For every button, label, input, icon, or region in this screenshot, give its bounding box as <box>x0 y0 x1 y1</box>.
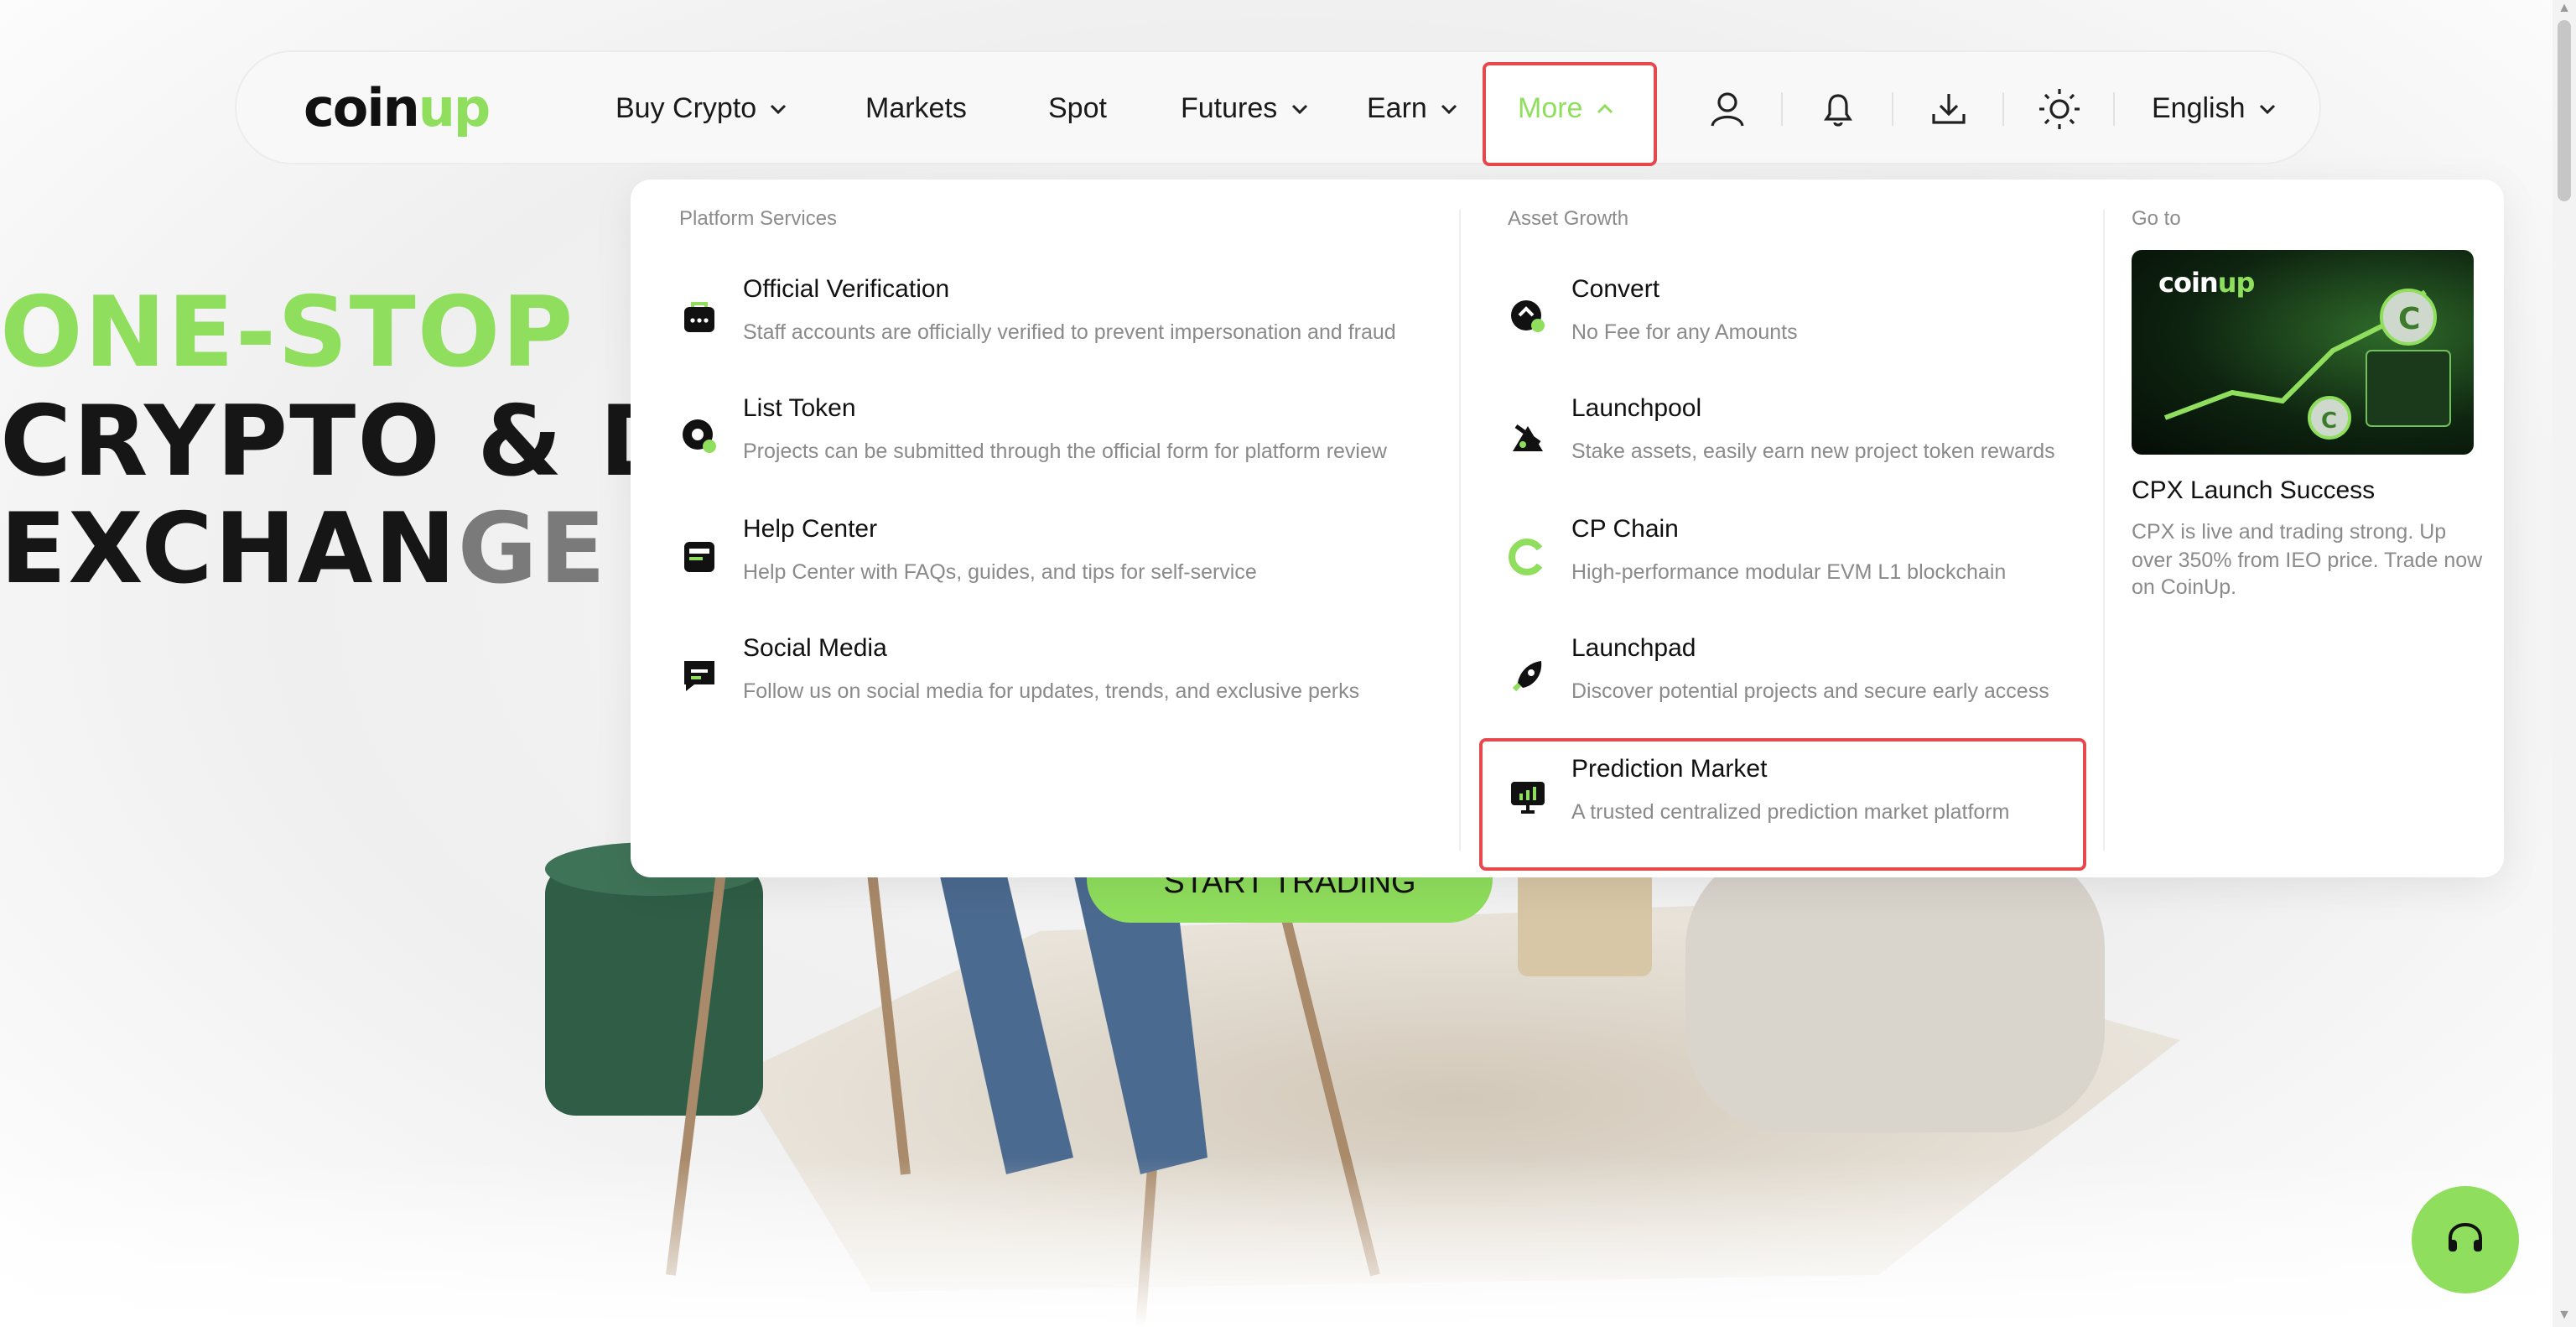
menu-item-desc: Follow us on social media for updates, t… <box>743 679 1360 703</box>
sun-icon[interactable] <box>2036 86 2083 133</box>
support-chat-button[interactable] <box>2412 1186 2519 1293</box>
nav-more-label: More <box>1518 92 1583 124</box>
menu-item-title: Launchpad <box>1571 634 1696 663</box>
coinup-logo[interactable]: coinup <box>304 79 491 139</box>
menu-item-title: List Token <box>743 394 856 423</box>
menu-item-social-media[interactable]: Social Media Follow us on social media f… <box>679 634 1451 728</box>
menu-item-official-verification[interactable]: Official Verification Staff accounts are… <box>679 275 1451 369</box>
logo-text-accent: up <box>418 79 491 139</box>
nav-spot-label: Spot <box>1048 92 1107 124</box>
menu-item-desc: Stake assets, easily earn new project to… <box>1571 440 2055 463</box>
menu-item-desc: Help Center with FAQs, guides, and tips … <box>743 560 1257 584</box>
menu-item-desc: High-performance modular EVM L1 blockcha… <box>1571 560 2007 584</box>
menu-item-title: Convert <box>1571 275 1660 304</box>
verification-icon <box>684 302 714 332</box>
column-divider <box>1459 210 1461 851</box>
nav-more[interactable]: More <box>1518 89 1613 129</box>
nav-buy-crypto[interactable]: Buy Crypto <box>615 89 787 129</box>
menu-item-help-center[interactable]: Help Center Help Center with FAQs, guide… <box>679 515 1451 609</box>
logo-text-main: coin <box>304 79 420 139</box>
scroll-up-arrow-icon[interactable]: ▲ <box>2558 1 2571 15</box>
hero-title-line-3: EXCHANGE <box>0 497 607 601</box>
nav-separator <box>1781 92 1783 126</box>
download-icon[interactable] <box>1925 86 1972 133</box>
page: ONE-STOP CRYPTO & D EXCHANGE START TRADI… <box>0 0 2576 1327</box>
chevron-down-icon <box>1291 104 1307 115</box>
hero-title-line-2: CRYPTO & D <box>0 384 683 498</box>
go-to-title: Go to <box>2132 206 2181 230</box>
launchpad-icon <box>1512 661 1542 692</box>
nav-earn[interactable]: Earn <box>1367 89 1457 129</box>
scroll-down-arrow-icon[interactable]: ▼ <box>2558 1308 2571 1322</box>
menu-item-title: Official Verification <box>743 275 950 304</box>
menu-item-list-token[interactable]: List Token Projects can be submitted thr… <box>679 394 1451 488</box>
headset-icon <box>2449 1222 2482 1252</box>
menu-item-desc: Staff accounts are officially verified t… <box>743 320 1396 344</box>
nav-markets[interactable]: Markets <box>865 89 967 129</box>
cpx-promo-image[interactable]: coinup C C <box>2132 250 2474 455</box>
menu-item-title: Social Media <box>743 634 887 663</box>
nav-spot[interactable]: Spot <box>1048 89 1107 129</box>
help-center-icon <box>684 542 714 572</box>
scrollbar-thumb[interactable] <box>2558 20 2571 201</box>
menu-item-title: CP Chain <box>1571 515 1679 544</box>
nav-futures[interactable]: Futures <box>1181 89 1307 129</box>
chevron-down-icon <box>1441 104 1457 115</box>
launchpool-icon <box>1513 424 1543 451</box>
cp-chain-icon <box>1509 539 1543 575</box>
chevron-down-icon <box>771 104 787 115</box>
convert-icon <box>1511 300 1545 332</box>
asset-growth-title: Asset Growth <box>1508 206 1629 230</box>
hero-title-line-1: ONE-STOP <box>0 275 575 389</box>
nav-futures-label: Futures <box>1181 92 1278 124</box>
more-dropdown-menu: Platform Services Asset Growth Go to Off… <box>631 180 2504 877</box>
svg-text:C: C <box>2321 409 2337 434</box>
menu-item-desc: Discover potential projects and secure e… <box>1571 679 2049 703</box>
platform-services-title: Platform Services <box>679 206 838 230</box>
language-selector[interactable]: English <box>2152 89 2276 129</box>
promo-chart-illustration: C C <box>2163 289 2451 440</box>
hero-title-line-3-dark: EXCHAN <box>0 492 458 606</box>
menu-item-launchpool[interactable]: Launchpool Stake assets, easily earn new… <box>1508 394 2078 488</box>
chevron-down-icon <box>2259 104 2275 115</box>
language-label: English <box>2152 92 2246 124</box>
svg-text:C: C <box>2398 302 2420 336</box>
page-scrollbar[interactable]: ▲ ▼ <box>2553 0 2576 1327</box>
menu-item-cp-chain[interactable]: CP Chain High-performance modular EVM L1… <box>1508 515 2078 609</box>
nav-markets-label: Markets <box>865 92 967 124</box>
user-icon[interactable] <box>1704 86 1751 133</box>
prediction-market-highlight-box <box>1479 738 2086 871</box>
promo-description: CPX is live and trading strong. Up over … <box>2132 520 2483 599</box>
menu-item-launchpad[interactable]: Launchpad Discover potential projects an… <box>1508 634 2078 728</box>
promo-title[interactable]: CPX Launch Success <box>2132 476 2375 505</box>
menu-item-convert[interactable]: Convert No Fee for any Amounts <box>1508 275 2078 369</box>
menu-item-title: Help Center <box>743 515 878 544</box>
nav-separator <box>2002 92 2004 126</box>
nav-separator <box>2113 92 2115 126</box>
column-divider <box>2103 210 2105 851</box>
menu-item-title: Launchpool <box>1571 394 1702 423</box>
menu-item-desc: No Fee for any Amounts <box>1571 320 1798 344</box>
nav-buy-crypto-label: Buy Crypto <box>615 92 757 124</box>
list-token-icon <box>683 419 716 453</box>
top-navigation: coinup Buy Crypto Markets Spot Futures E… <box>235 50 2321 166</box>
nav-earn-label: Earn <box>1367 92 1427 124</box>
bell-icon[interactable] <box>1815 86 1862 133</box>
social-media-icon <box>684 661 714 691</box>
nav-separator <box>1892 92 1893 126</box>
chevron-up-icon <box>1597 103 1613 114</box>
hero-title-line-3-fade: GE <box>457 492 608 606</box>
menu-item-desc: Projects can be submitted through the of… <box>743 440 1387 463</box>
